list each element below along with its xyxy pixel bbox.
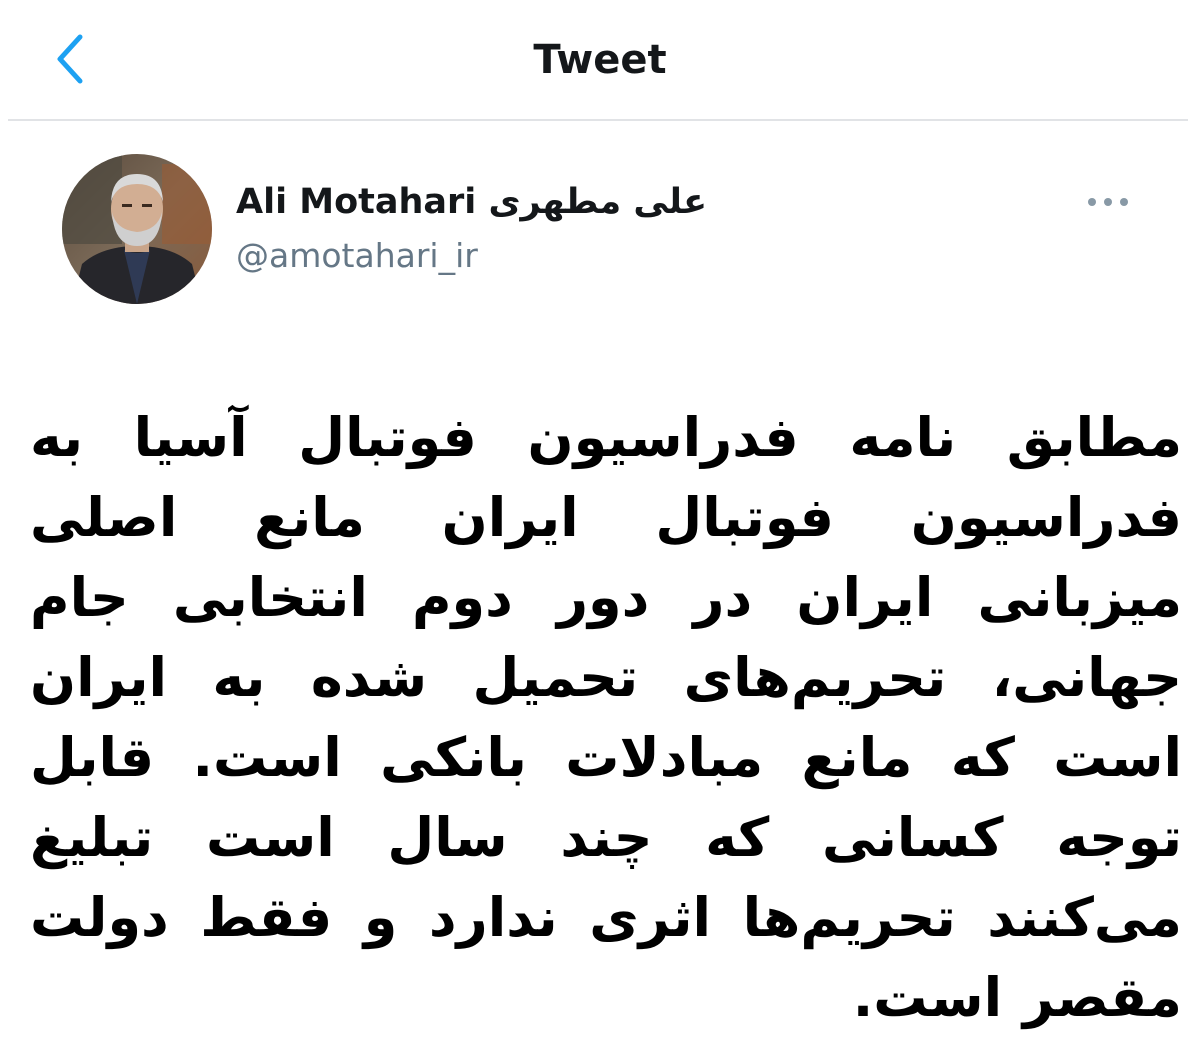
tweet-body-text: مطابق نامه فدراسیون فوتبال آسیا به فدراس… bbox=[30, 406, 1182, 1029]
more-options-button[interactable] bbox=[1082, 186, 1134, 218]
author-display-name[interactable]: Ali Motahari علی مطهری bbox=[236, 176, 707, 228]
top-navigation-bar: Tweet bbox=[0, 0, 1200, 118]
avatar[interactable] bbox=[62, 154, 212, 304]
more-horizontal-icon bbox=[1088, 198, 1128, 206]
page-title: Tweet bbox=[533, 37, 667, 83]
author-handle[interactable]: @amotahari_ir bbox=[236, 231, 478, 281]
header-divider bbox=[8, 119, 1188, 121]
